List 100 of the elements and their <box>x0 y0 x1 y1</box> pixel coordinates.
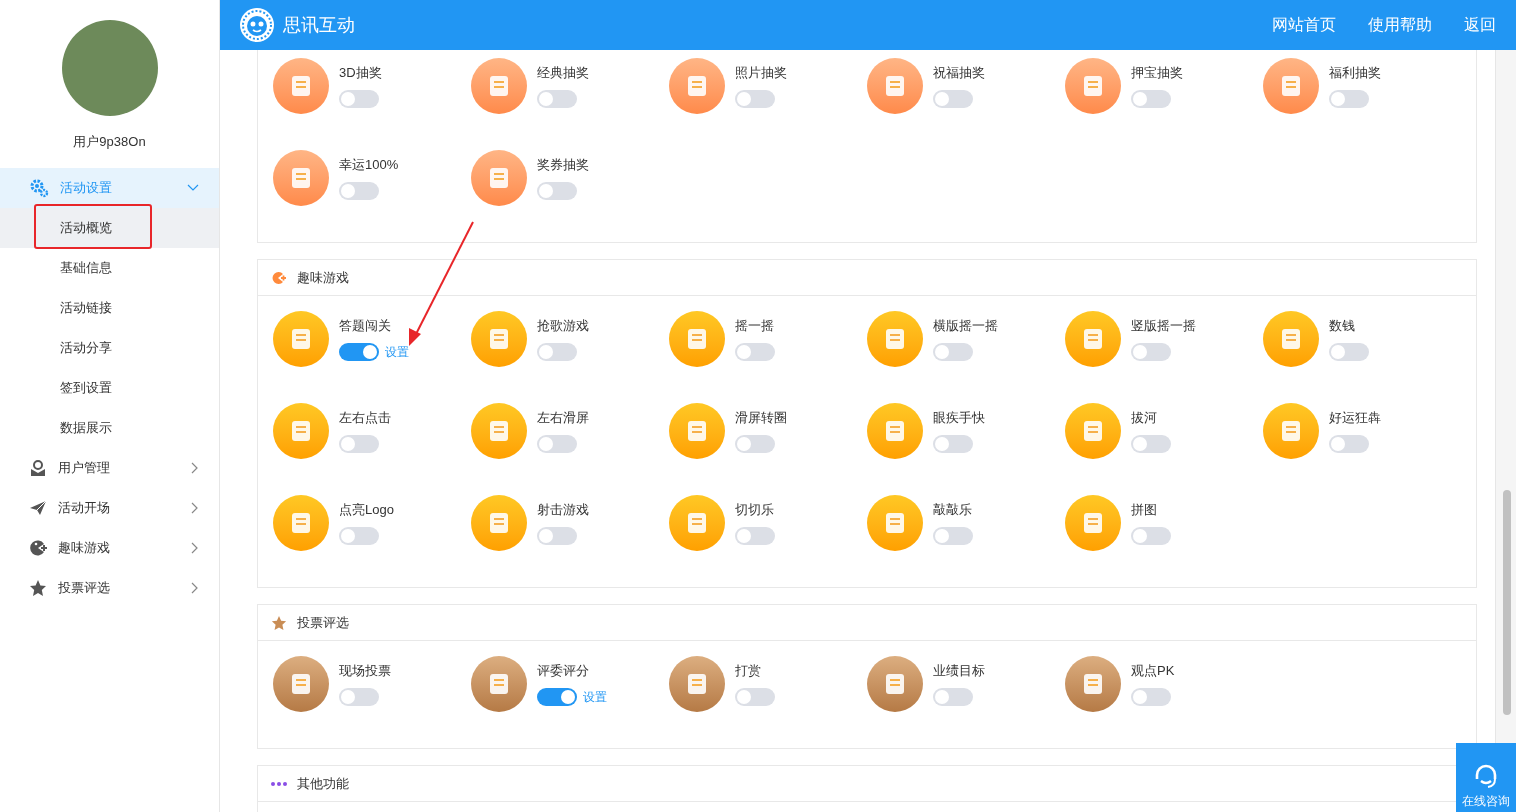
toggle-switch[interactable] <box>933 527 973 545</box>
toggle-switch[interactable] <box>735 688 775 706</box>
feature-name: 抢歌游戏 <box>537 317 589 335</box>
feature-badge-icon <box>1263 403 1319 459</box>
section-title: 其他功能 <box>297 774 349 793</box>
toggle-switch[interactable] <box>339 435 379 453</box>
toggle-switch[interactable] <box>537 182 577 200</box>
feature-name: 摇一摇 <box>735 317 775 335</box>
gears-icon <box>29 178 49 198</box>
section-title: 趣味游戏 <box>297 268 349 287</box>
feature-name: 拼图 <box>1131 501 1158 519</box>
toggle-switch[interactable] <box>1131 90 1171 108</box>
feature-badge-icon <box>867 58 923 114</box>
feature-badge-icon <box>273 311 329 367</box>
toggle-switch[interactable] <box>1131 343 1171 361</box>
toggle-switch[interactable] <box>1329 343 1369 361</box>
feature-name: 现场投票 <box>339 662 391 680</box>
feature-name: 祝福抽奖 <box>933 64 985 82</box>
feature-name: 奖券抽奖 <box>537 156 589 174</box>
feature-badge-icon <box>471 403 527 459</box>
toggle-switch[interactable] <box>735 527 775 545</box>
toggle-switch[interactable] <box>339 182 379 200</box>
toggle-switch[interactable] <box>735 343 775 361</box>
feature-name: 押宝抽奖 <box>1131 64 1183 82</box>
feature-name: 射击游戏 <box>537 501 589 519</box>
toggle-switch[interactable] <box>1329 435 1369 453</box>
toggle-switch[interactable] <box>735 435 775 453</box>
feature-name: 3D抽奖 <box>339 64 382 82</box>
toggle-switch[interactable] <box>933 688 973 706</box>
star-icon <box>29 579 47 597</box>
feature-badge-icon <box>273 656 329 712</box>
feature-badge-icon <box>867 311 923 367</box>
toggle-switch[interactable] <box>933 343 973 361</box>
toggle-switch[interactable] <box>1131 527 1171 545</box>
feature-name: 幸运100% <box>339 156 399 174</box>
toggle-switch[interactable] <box>339 90 379 108</box>
feature-badge-icon <box>471 311 527 367</box>
toggle-switch[interactable] <box>339 527 379 545</box>
toggle-switch[interactable] <box>1329 90 1369 108</box>
feature-name: 敲敲乐 <box>933 501 973 519</box>
feature-badge-icon <box>471 656 527 712</box>
feature-name: 左右滑屏 <box>537 409 589 427</box>
toggle-switch[interactable] <box>735 90 775 108</box>
star-icon <box>271 614 287 631</box>
section-title: 投票评选 <box>297 613 349 632</box>
feature-name: 福利抽奖 <box>1329 64 1381 82</box>
toggle-switch[interactable] <box>339 343 379 361</box>
feature-name: 好运狂犇 <box>1329 409 1381 427</box>
chevron-down-icon <box>187 184 199 192</box>
feature-badge-icon <box>1065 58 1121 114</box>
feature-name: 打赏 <box>735 662 762 680</box>
feature-name: 横版摇一摇 <box>933 317 998 335</box>
toggle-switch[interactable] <box>537 343 577 361</box>
toggle-switch[interactable] <box>537 90 577 108</box>
feature-name: 照片抽奖 <box>735 64 787 82</box>
feature-name: 切切乐 <box>735 501 775 519</box>
feature-badge-icon <box>669 495 725 551</box>
chevron-right-icon <box>191 542 199 554</box>
feature-badge-icon <box>273 403 329 459</box>
feature-badge-icon <box>669 58 725 114</box>
submenu-item[interactable]: 活动概览 <box>0 208 219 248</box>
toggle-switch[interactable] <box>339 688 379 706</box>
feature-badge-icon <box>867 403 923 459</box>
feature-badge-icon <box>1065 311 1121 367</box>
feature-name: 点亮Logo <box>339 501 394 519</box>
user-mail-icon <box>29 459 47 477</box>
paper-plane-icon <box>29 499 47 517</box>
toggle-switch[interactable] <box>537 688 577 706</box>
scrollbar-thumb[interactable] <box>1503 490 1511 715</box>
toggle-switch[interactable] <box>1131 435 1171 453</box>
feature-name: 拔河 <box>1131 409 1158 427</box>
feature-name: 滑屏转圈 <box>735 409 787 427</box>
chevron-right-icon <box>191 582 199 594</box>
pacman-plus-icon <box>271 270 287 285</box>
feature-badge-icon <box>471 150 527 206</box>
feature-name: 左右点击 <box>339 409 391 427</box>
feature-name: 观点PK <box>1131 662 1175 680</box>
toggle-switch[interactable] <box>1131 688 1171 706</box>
chevron-right-icon <box>191 502 199 514</box>
feature-badge-icon <box>273 150 329 206</box>
chevron-right-icon <box>191 462 199 474</box>
toggle-switch[interactable] <box>537 435 577 453</box>
feature-name: 眼疾手快 <box>933 409 985 427</box>
toggle-switch[interactable] <box>933 90 973 108</box>
toggle-switch[interactable] <box>933 435 973 453</box>
feature-badge-icon <box>867 495 923 551</box>
feature-badge-icon <box>1065 656 1121 712</box>
more-dots-icon <box>271 781 287 786</box>
brand-name: 思讯互动 <box>283 13 355 37</box>
toggle-switch[interactable] <box>537 527 577 545</box>
feature-name: 数钱 <box>1329 317 1356 335</box>
feature-badge-icon <box>669 656 725 712</box>
feature-name: 评委评分 <box>537 662 590 680</box>
logo-icon <box>239 7 275 43</box>
user-name: 用户9p38On <box>73 133 146 151</box>
feature-badge-icon <box>1065 403 1121 459</box>
feature-name: 竖版摇一摇 <box>1131 317 1196 335</box>
feature-name: 答题闯关 <box>339 317 392 335</box>
feature-badge-icon <box>471 58 527 114</box>
feature-badge-icon <box>867 656 923 712</box>
